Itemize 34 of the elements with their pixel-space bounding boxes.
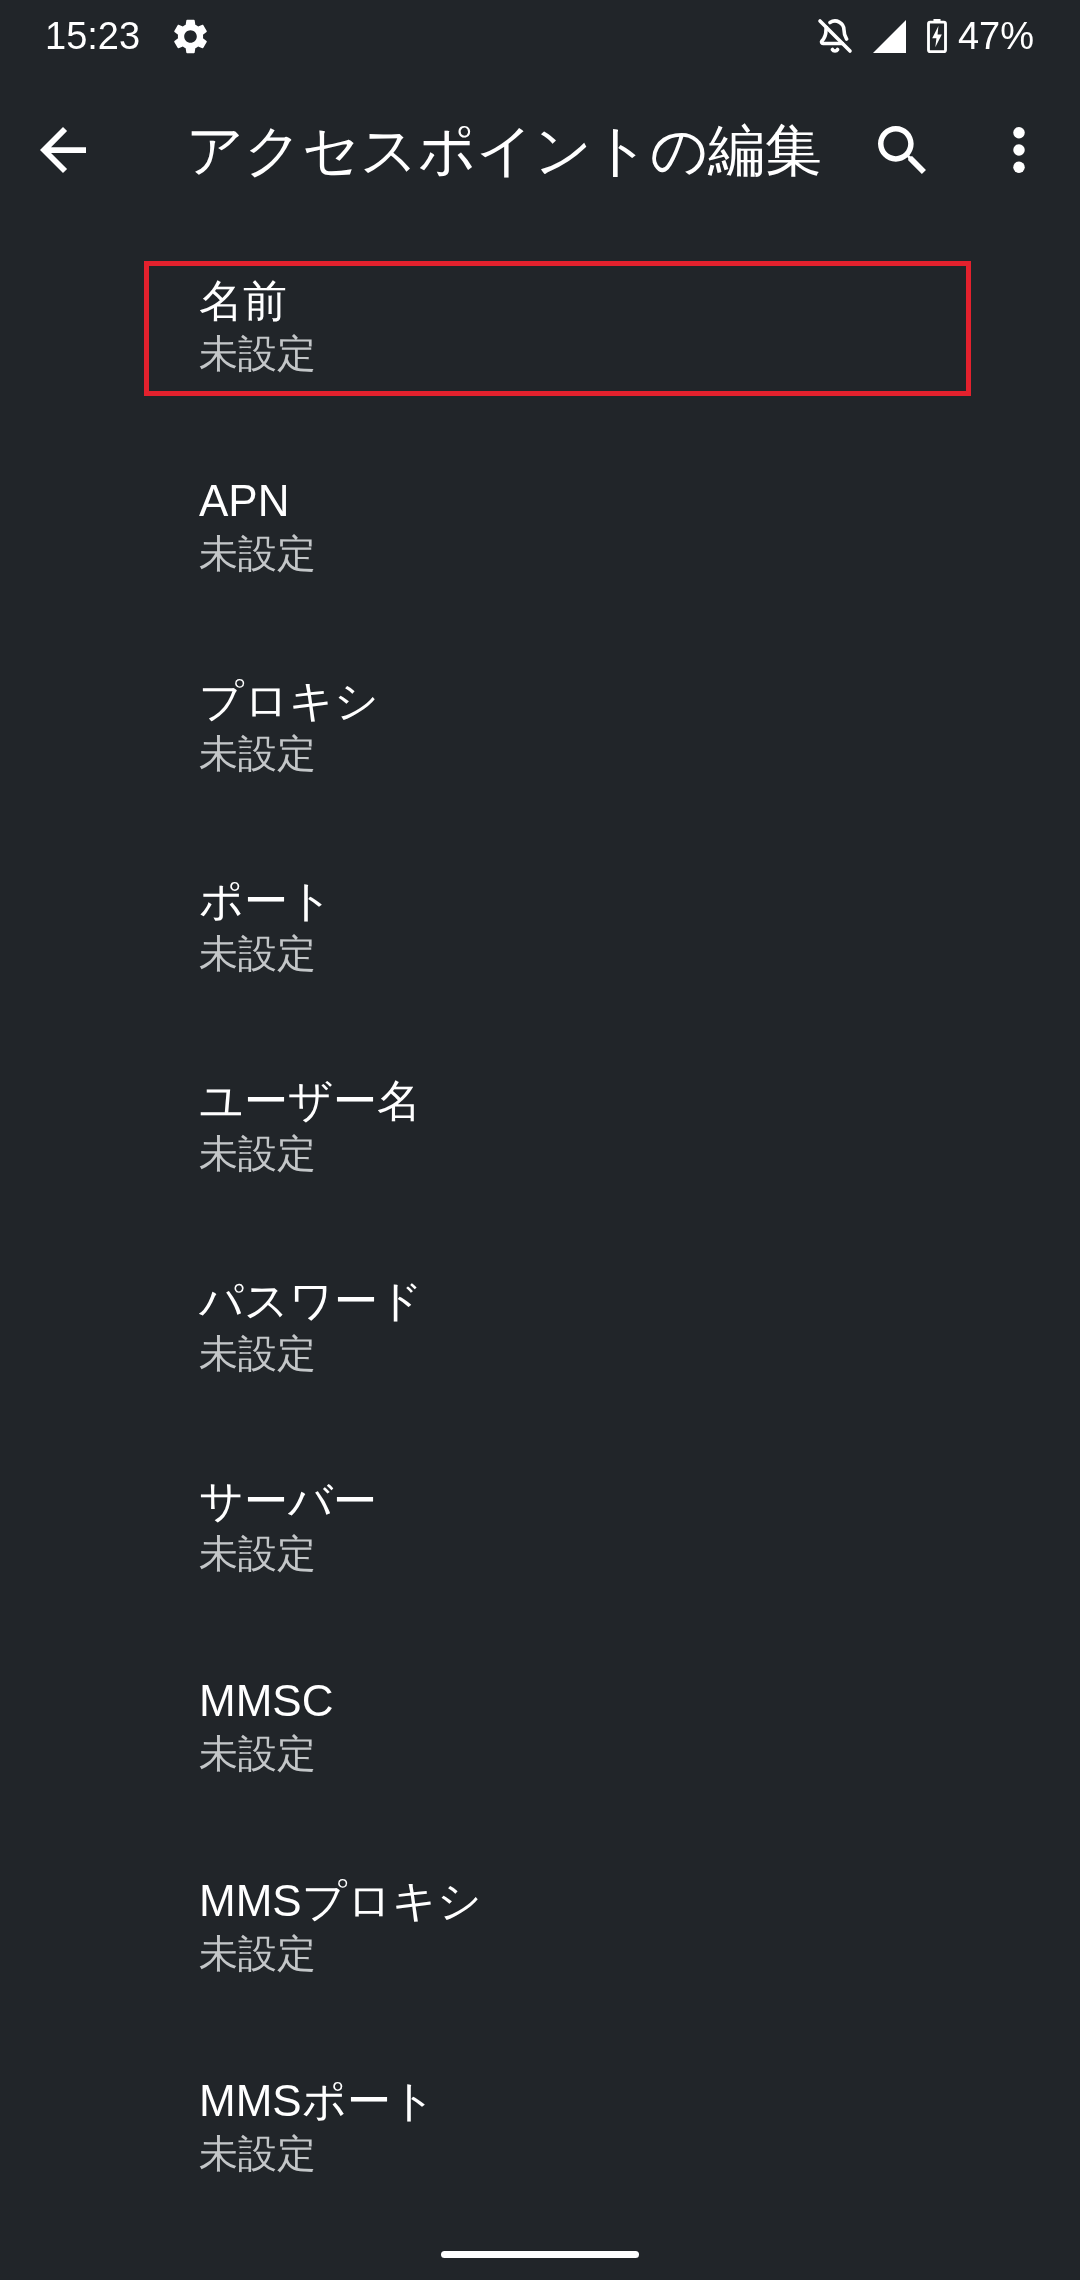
- status-time: 15:23: [45, 14, 141, 58]
- more-options-button[interactable]: [1012, 127, 1026, 173]
- setting-summary: 未設定: [199, 930, 316, 977]
- signal-icon: [872, 19, 906, 53]
- setting-title[interactable]: MMSC: [199, 1671, 334, 1729]
- gesture-handle[interactable]: [441, 2250, 639, 2258]
- more-vertical-icon: [1012, 127, 1026, 173]
- bell-off-icon: [816, 18, 853, 54]
- setting-title[interactable]: ユーザー名: [199, 1071, 421, 1129]
- setting-title[interactable]: サーバー: [199, 1471, 377, 1529]
- setting-title[interactable]: プロキシ: [199, 671, 379, 729]
- back-arrow-icon: [40, 127, 86, 173]
- setting-title[interactable]: MMSポート: [199, 2071, 436, 2129]
- setting-title[interactable]: ポート: [199, 871, 333, 929]
- search-button[interactable]: [878, 126, 926, 174]
- setting-summary: 未設定: [199, 1530, 316, 1577]
- battery-percentage: 47%: [957, 14, 1034, 58]
- setting-summary: 未設定: [199, 2130, 316, 2177]
- setting-title[interactable]: パスワード: [199, 1271, 423, 1329]
- setting-summary: 未設定: [199, 1730, 316, 1777]
- setting-title[interactable]: 名前: [199, 271, 287, 329]
- setting-summary: 未設定: [199, 1130, 316, 1177]
- page-title: アクセスポイントの編集: [186, 117, 822, 184]
- setting-title[interactable]: APN: [199, 471, 290, 529]
- search-icon: [878, 126, 926, 174]
- setting-summary: 未設定: [199, 1330, 316, 1377]
- back-button[interactable]: [40, 127, 86, 173]
- settings-icon: [173, 18, 209, 54]
- setting-summary: 未設定: [199, 730, 316, 777]
- setting-title[interactable]: MMSプロキシ: [199, 1871, 482, 1929]
- setting-summary: 未設定: [199, 1930, 316, 1977]
- battery-charging-icon: [925, 19, 948, 53]
- setting-summary: 未設定: [199, 530, 316, 577]
- setting-summary: 未設定: [199, 330, 316, 377]
